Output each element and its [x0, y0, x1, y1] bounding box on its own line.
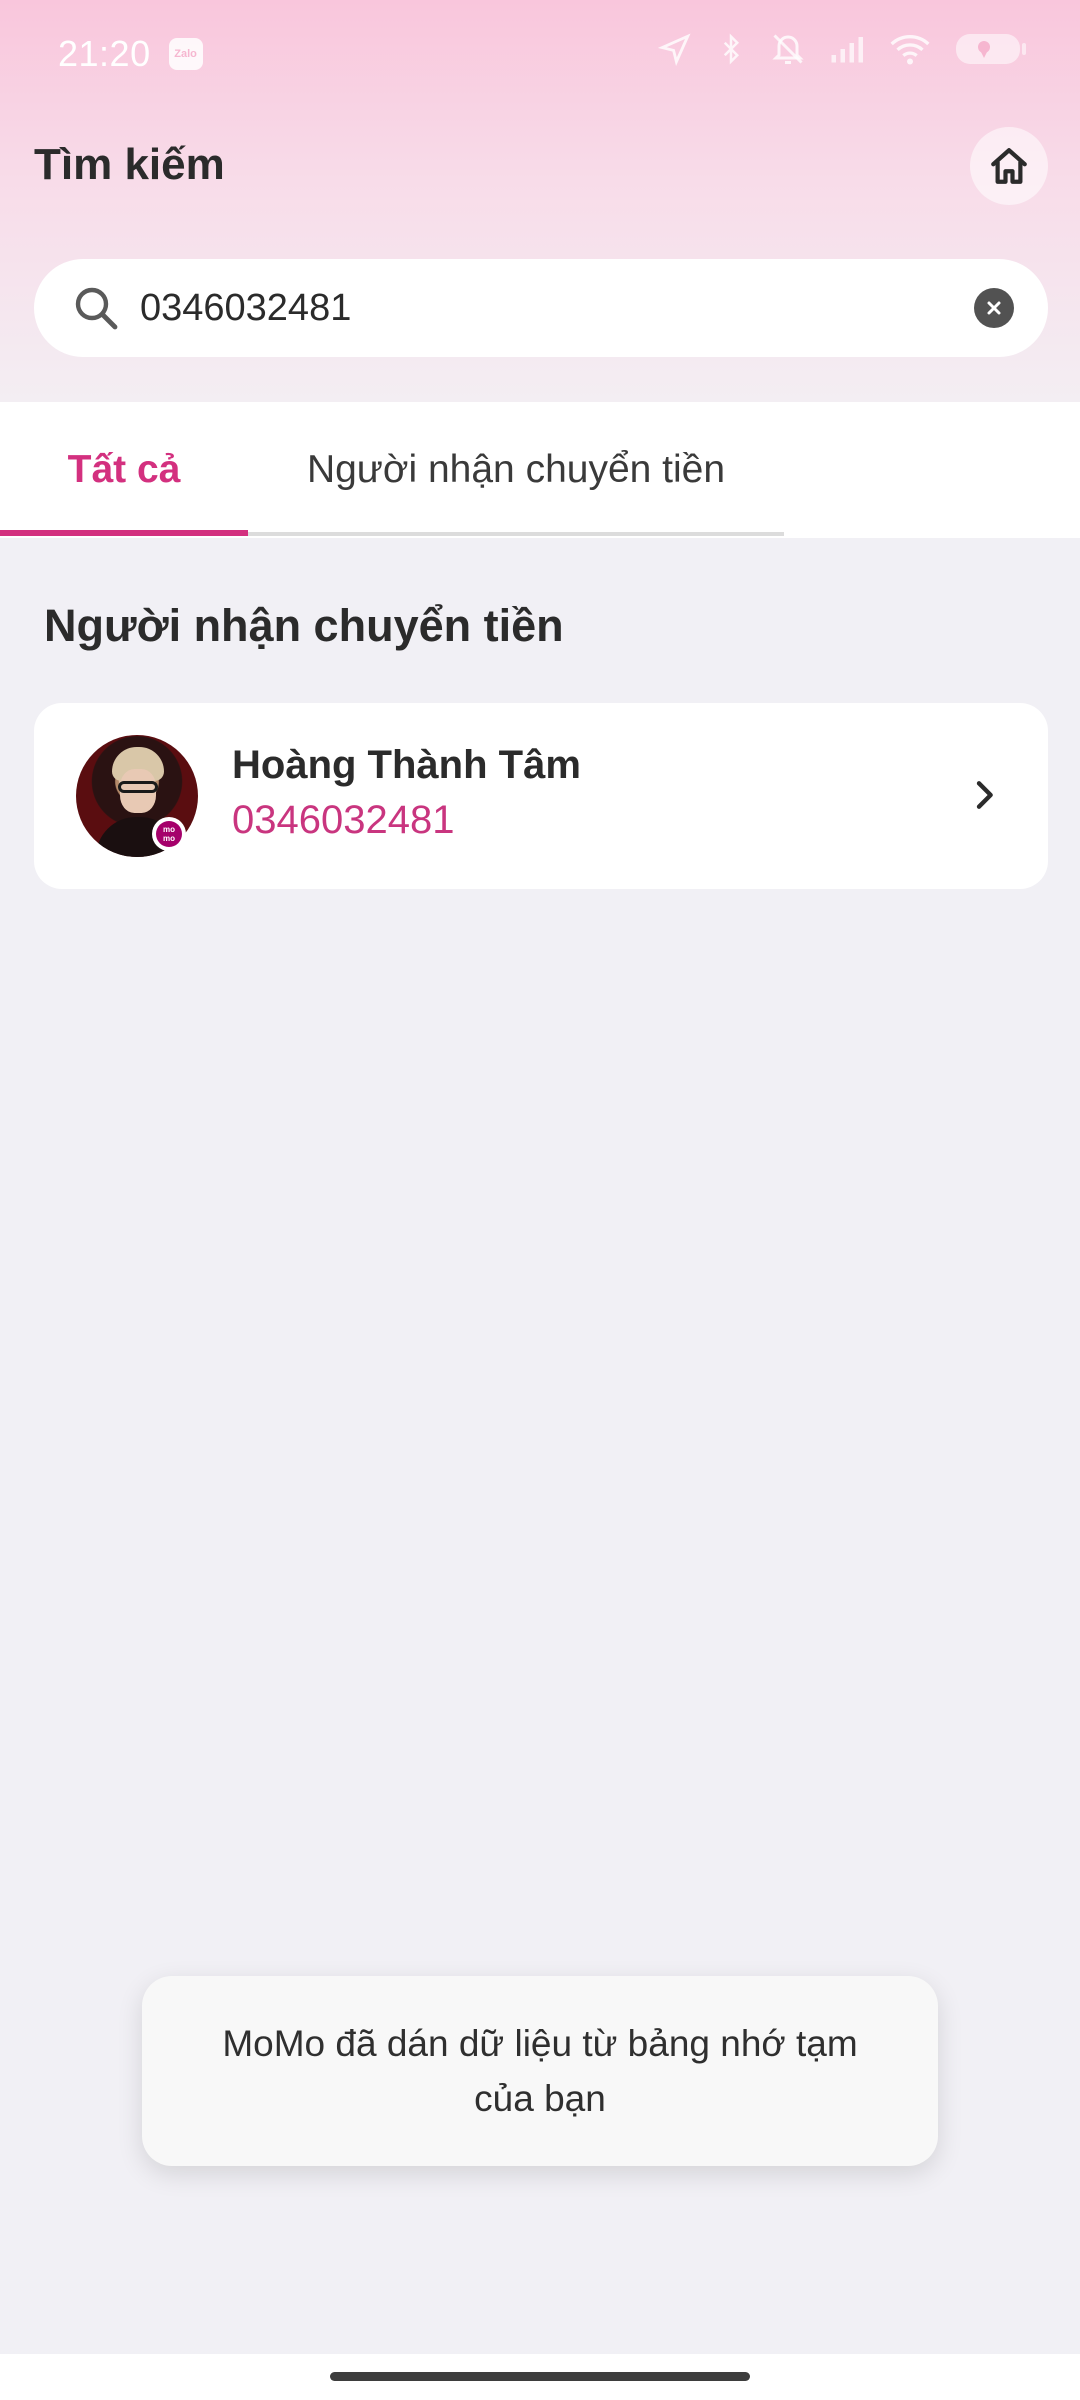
- signal-icon: [831, 37, 863, 63]
- status-icons: [658, 30, 1028, 68]
- home-button[interactable]: [970, 127, 1048, 205]
- recipient-list-item[interactable]: mo mo Hoàng Thành Tâm 0346032481: [34, 703, 1048, 889]
- clipboard-toast: MoMo đã dán dữ liệu từ bảng nhớ tạm của …: [142, 1976, 938, 2166]
- search-bar[interactable]: [34, 259, 1048, 357]
- momo-badge-icon: mo mo: [152, 817, 186, 851]
- clear-search-button[interactable]: [974, 288, 1014, 328]
- page-title: Tìm kiếm: [34, 140, 225, 189]
- recipient-name: Hoàng Thành Tâm: [232, 743, 581, 787]
- tab-bar: Tất cả Người nhận chuyển tiền: [0, 402, 1080, 538]
- close-icon: [987, 301, 1001, 315]
- tab-all[interactable]: Tất cả: [0, 402, 248, 538]
- location-icon: [658, 33, 691, 66]
- tab-active-indicator: [0, 530, 248, 536]
- mute-icon: [772, 34, 804, 64]
- bluetooth-icon: [723, 33, 740, 65]
- search-icon: [75, 287, 118, 330]
- tab-recipients[interactable]: Người nhận chuyển tiền: [248, 402, 784, 538]
- toast-message: MoMo đã dán dữ liệu từ bảng nhớ tạm của …: [222, 2023, 858, 2119]
- wifi-icon: [890, 35, 930, 65]
- section-title: Người nhận chuyển tiền: [44, 600, 564, 651]
- search-input[interactable]: [140, 286, 940, 330]
- chevron-right-icon: [976, 781, 993, 809]
- battery-icon: [956, 34, 1026, 64]
- home-indicator[interactable]: [330, 2372, 750, 2381]
- zalo-notification-icon: Zalo: [168, 38, 203, 70]
- home-icon: [991, 148, 1027, 184]
- status-time: 21:20: [58, 33, 151, 74]
- status-bar: 21:20 Zalo: [0, 0, 1080, 108]
- recipient-phone: 0346032481: [232, 798, 455, 842]
